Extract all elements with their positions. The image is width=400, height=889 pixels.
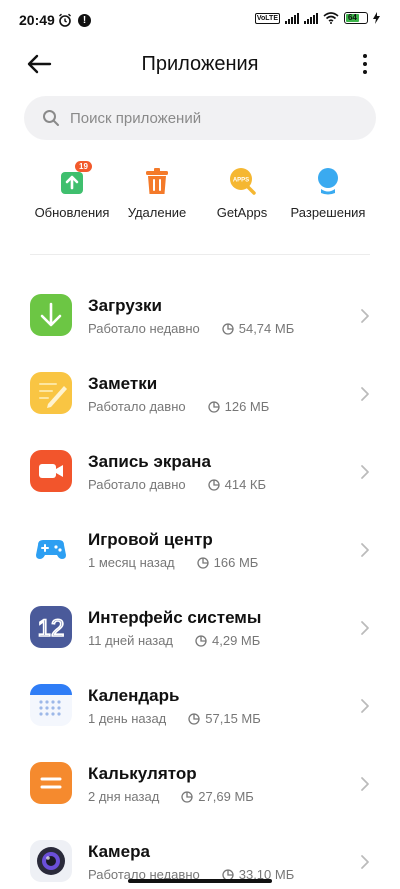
storage-pie-icon bbox=[207, 400, 220, 413]
qa-label: GetApps bbox=[216, 205, 268, 220]
status-time: 20:49 bbox=[19, 12, 55, 28]
app-name: Интерфейс системы bbox=[88, 608, 262, 627]
list-item[interactable]: Календарь 1 день назад 57,15 МБ bbox=[0, 664, 400, 742]
app-status: Работало давно bbox=[88, 399, 186, 414]
app-status: 11 дней назад bbox=[88, 633, 174, 648]
volte-icon: VoLTE bbox=[254, 12, 280, 24]
list-item[interactable]: Игровой центр 1 месяц назад 166 МБ bbox=[0, 508, 400, 586]
camera-icon bbox=[30, 840, 72, 882]
app-status: Работало недавно bbox=[88, 321, 200, 336]
updates-badge: 19 bbox=[75, 161, 92, 172]
chevron-right-icon bbox=[361, 621, 369, 635]
battery-level: 64 bbox=[346, 13, 359, 22]
app-size: 166 МБ bbox=[213, 555, 259, 570]
search-box[interactable] bbox=[24, 96, 376, 140]
permissions-button[interactable]: Разрешения bbox=[278, 160, 378, 220]
chevron-right-icon bbox=[361, 699, 369, 713]
app-name: Заметки bbox=[88, 374, 158, 393]
calendar-icon bbox=[30, 684, 72, 726]
divider bbox=[30, 254, 370, 255]
page-title: Приложения bbox=[141, 53, 259, 75]
list-item[interactable]: Загрузки Работало недавно 54,74 МБ bbox=[0, 274, 400, 352]
list-item[interactable]: 12 Интерфейс системы 11 дней назад 4,29 … bbox=[0, 586, 400, 664]
signal-icon bbox=[304, 12, 318, 24]
app-size: 27,69 МБ bbox=[198, 789, 254, 804]
header: Приложения bbox=[0, 44, 400, 84]
storage-pie-icon bbox=[181, 790, 193, 803]
wifi-icon bbox=[323, 12, 339, 24]
app-name: Калькулятор bbox=[88, 764, 197, 783]
app-name: Игровой центр bbox=[88, 530, 213, 549]
getapps-button[interactable]: APPS GetApps bbox=[192, 160, 292, 220]
calculator-icon bbox=[30, 762, 72, 804]
trash-icon bbox=[142, 166, 172, 196]
quick-actions: 19 Обновления Удаление APPS GetApps Разр… bbox=[0, 160, 400, 230]
app-size: 54,74 МБ bbox=[238, 321, 295, 336]
qa-label: Разрешения bbox=[290, 205, 366, 220]
update-icon: 19 bbox=[57, 161, 92, 196]
app-size: 4,29 МБ bbox=[212, 633, 261, 648]
app-size: 126 МБ bbox=[224, 399, 270, 414]
storage-pie-icon bbox=[222, 322, 234, 335]
charging-icon bbox=[373, 12, 380, 24]
storage-pie-icon bbox=[195, 634, 207, 647]
miui-icon-text: 12 bbox=[38, 615, 65, 642]
chevron-right-icon bbox=[361, 309, 369, 323]
gamepad-icon bbox=[30, 528, 72, 570]
home-indicator[interactable] bbox=[128, 879, 272, 883]
app-size: 57,15 МБ bbox=[205, 711, 261, 726]
app-status: 1 день назад bbox=[88, 711, 167, 726]
more-options-button[interactable] bbox=[358, 52, 372, 76]
chevron-right-icon bbox=[361, 543, 369, 557]
app-status: 1 месяц назад bbox=[88, 555, 175, 570]
app-name: Запись экрана bbox=[88, 452, 211, 471]
status-bar: 20:49 ! VoLTE 64 bbox=[0, 0, 400, 40]
chevron-right-icon bbox=[361, 855, 369, 869]
search-icon bbox=[43, 110, 59, 126]
getapps-icon-text: APPS bbox=[233, 178, 249, 184]
app-name: Загрузки bbox=[88, 296, 162, 315]
list-item[interactable]: Запись экрана Работало давно 414 КБ bbox=[0, 430, 400, 508]
battery-icon: 64 bbox=[344, 12, 368, 24]
list-item[interactable]: Заметки Работало давно 126 МБ bbox=[0, 352, 400, 430]
app-name: Календарь bbox=[88, 686, 180, 705]
chevron-right-icon bbox=[361, 777, 369, 791]
app-status: Работало давно bbox=[88, 477, 186, 492]
getapps-icon: APPS bbox=[227, 166, 257, 196]
downloads-icon bbox=[30, 294, 72, 336]
screen-recorder-icon bbox=[30, 450, 72, 492]
more-vertical-icon bbox=[363, 54, 367, 58]
notes-icon bbox=[30, 372, 72, 414]
app-status: 2 дня назад bbox=[88, 789, 160, 804]
list-item[interactable]: Калькулятор 2 дня назад 27,69 МБ bbox=[0, 742, 400, 820]
storage-pie-icon bbox=[197, 556, 209, 569]
search-input[interactable] bbox=[70, 109, 350, 127]
storage-pie-icon bbox=[188, 712, 200, 725]
alarm-icon bbox=[59, 13, 71, 27]
storage-pie-icon bbox=[207, 478, 220, 491]
notification-icon: ! bbox=[78, 13, 91, 27]
app-size: 414 КБ bbox=[224, 477, 267, 492]
app-name: Камера bbox=[88, 842, 150, 861]
permissions-icon bbox=[313, 166, 343, 196]
chevron-right-icon bbox=[361, 387, 369, 401]
chevron-right-icon bbox=[361, 465, 369, 479]
miui-12-icon: 12 bbox=[30, 606, 72, 648]
signal-icon bbox=[285, 12, 299, 24]
